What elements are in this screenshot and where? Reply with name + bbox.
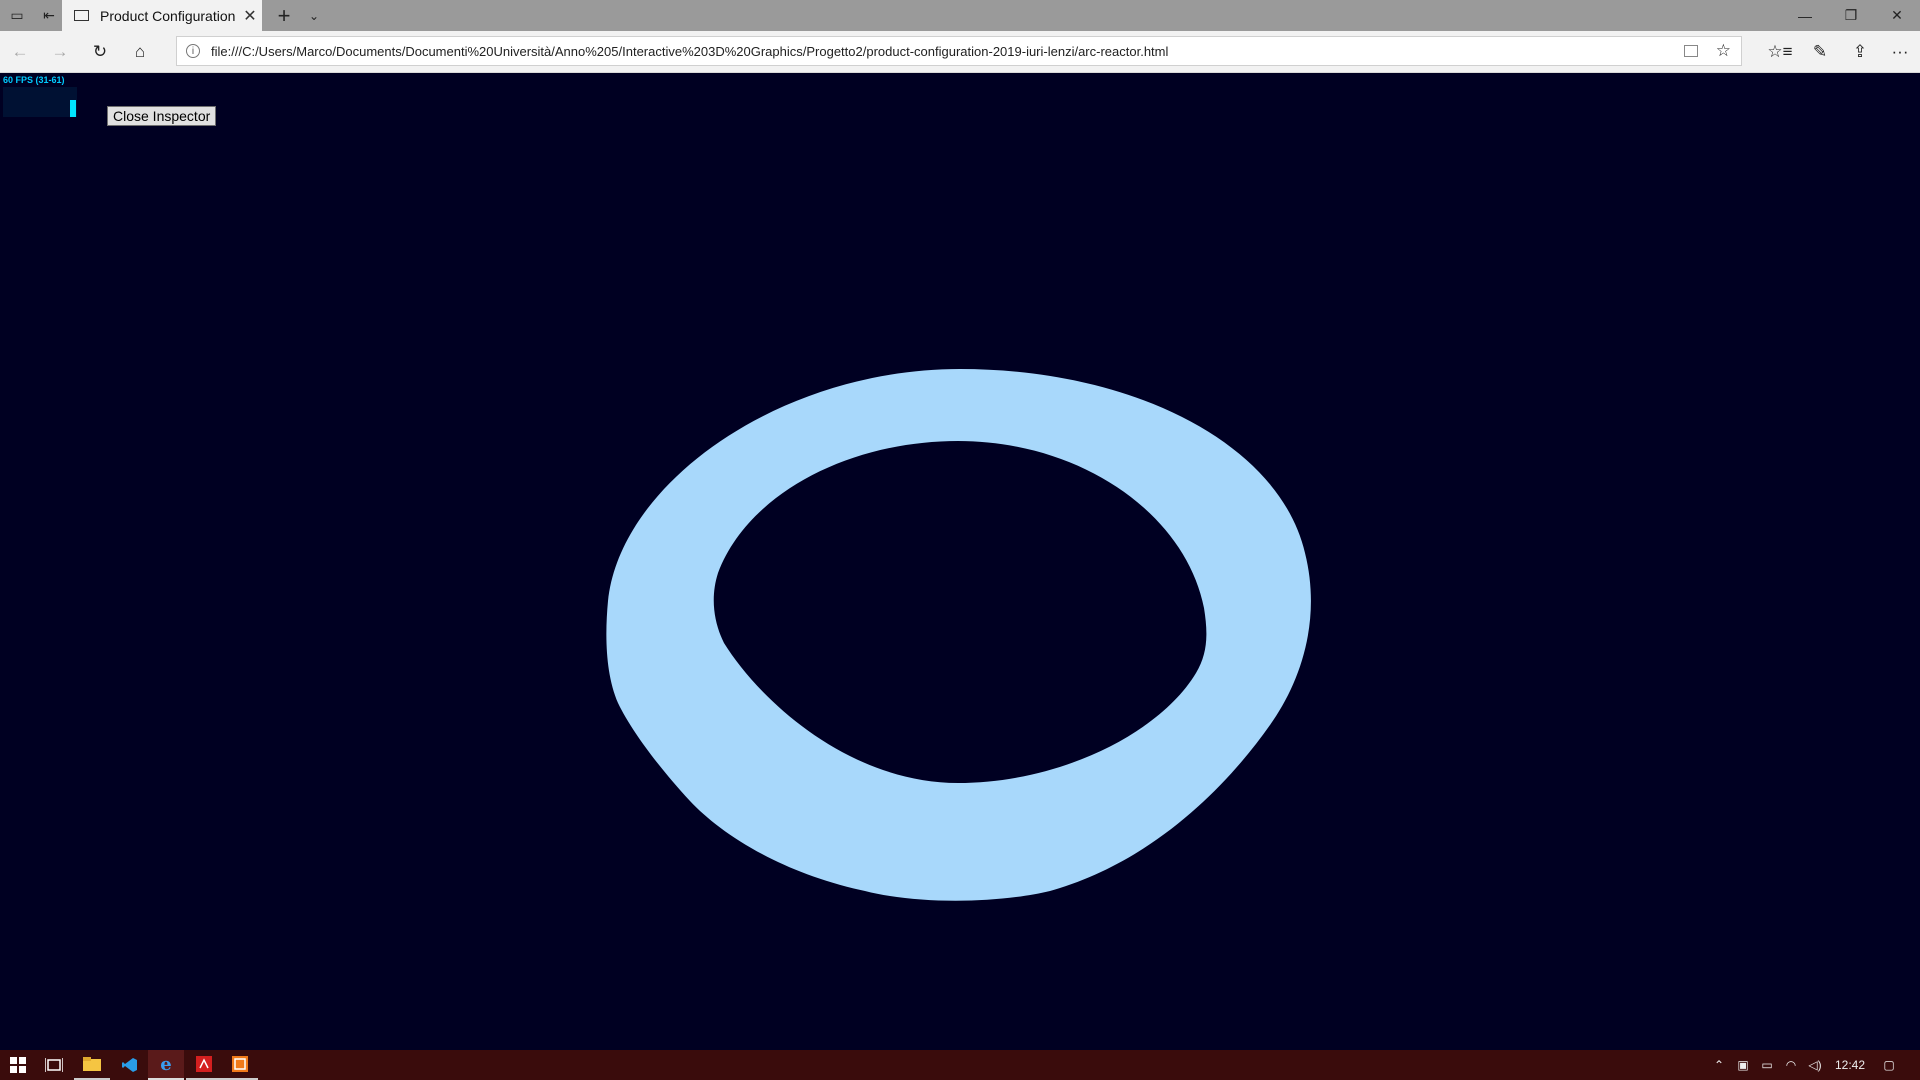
- fps-graph: [3, 87, 77, 117]
- favorites-hub-icon[interactable]: ☆≡: [1760, 31, 1800, 73]
- tab-title: Product Configuration: [100, 7, 236, 24]
- volume-icon[interactable]: ◁): [1804, 1050, 1826, 1080]
- page-icon: [74, 10, 89, 21]
- show-hidden-icons-chevron-icon[interactable]: ⌃: [1708, 1050, 1730, 1080]
- web-notes-icon[interactable]: ✎: [1800, 31, 1840, 73]
- arc-reactor-scene: [606, 369, 1311, 901]
- close-inspector-button[interactable]: Close Inspector: [107, 106, 217, 126]
- wifi-icon[interactable]: ◠: [1780, 1050, 1802, 1080]
- fps-counter: 60 FPS (31-61): [3, 75, 65, 85]
- taskbar: e ⌃ ▣ ▭ ◠ ◁) 12:42 ▢: [0, 1050, 1920, 1080]
- restore-button[interactable]: ❐: [1828, 0, 1874, 31]
- fps-graph-bar: [70, 100, 76, 117]
- favorite-star-icon[interactable]: ☆: [1716, 41, 1731, 61]
- windows-start-icon[interactable]: [0, 1050, 36, 1080]
- task-view-icon[interactable]: [36, 1050, 72, 1080]
- battery-icon[interactable]: ▭: [1756, 1050, 1778, 1080]
- url-text[interactable]: file:///C:/Users/Marco/Documents/Documen…: [211, 44, 1684, 59]
- back-button[interactable]: ←: [0, 31, 40, 73]
- vscode-icon[interactable]: [112, 1050, 148, 1080]
- tab-close-icon[interactable]: ✕: [238, 6, 262, 26]
- app-icon[interactable]: [222, 1050, 258, 1080]
- reading-view-icon[interactable]: [1683, 45, 1698, 57]
- site-info-icon[interactable]: i: [186, 44, 200, 58]
- tray-app-icon[interactable]: ▣: [1732, 1050, 1754, 1080]
- forward-button[interactable]: →: [40, 31, 80, 73]
- clock[interactable]: 12:42: [1830, 1050, 1870, 1080]
- navigation-bar: ← → ↻ ⌂ i file:///C:/Users/Marco/Documen…: [0, 31, 1920, 73]
- new-tab-button[interactable]: +: [270, 0, 298, 31]
- tab-list-chevron-icon[interactable]: ⌄: [302, 0, 326, 31]
- set-tabs-aside-icon[interactable]: ⇤: [32, 0, 66, 31]
- tab-actions-icon[interactable]: ▭: [0, 0, 34, 31]
- close-window-button[interactable]: ✕: [1874, 0, 1920, 31]
- share-icon[interactable]: ⇪: [1840, 31, 1880, 73]
- tab-strip: ▭ ⇤ Product Configuration ✕ + ⌄ — ❐ ✕: [0, 0, 1920, 31]
- file-explorer-icon[interactable]: [74, 1050, 110, 1080]
- arc-reactor-torus[interactable]: [606, 369, 1311, 901]
- action-center-icon[interactable]: ▢: [1876, 1050, 1902, 1080]
- edge-icon[interactable]: e: [148, 1050, 184, 1080]
- minimize-button[interactable]: —: [1782, 0, 1828, 31]
- webgl-canvas[interactable]: 60 FPS (31-61) Close Inspector: [0, 73, 1920, 1050]
- home-button[interactable]: ⌂: [120, 31, 160, 73]
- refresh-button[interactable]: ↻: [80, 31, 120, 73]
- address-bar[interactable]: i file:///C:/Users/Marco/Documents/Docum…: [176, 36, 1742, 66]
- tab-product-configuration[interactable]: Product Configuration ✕: [62, 0, 262, 31]
- more-menu-icon[interactable]: ···: [1880, 31, 1920, 73]
- acrobat-icon[interactable]: [186, 1050, 222, 1080]
